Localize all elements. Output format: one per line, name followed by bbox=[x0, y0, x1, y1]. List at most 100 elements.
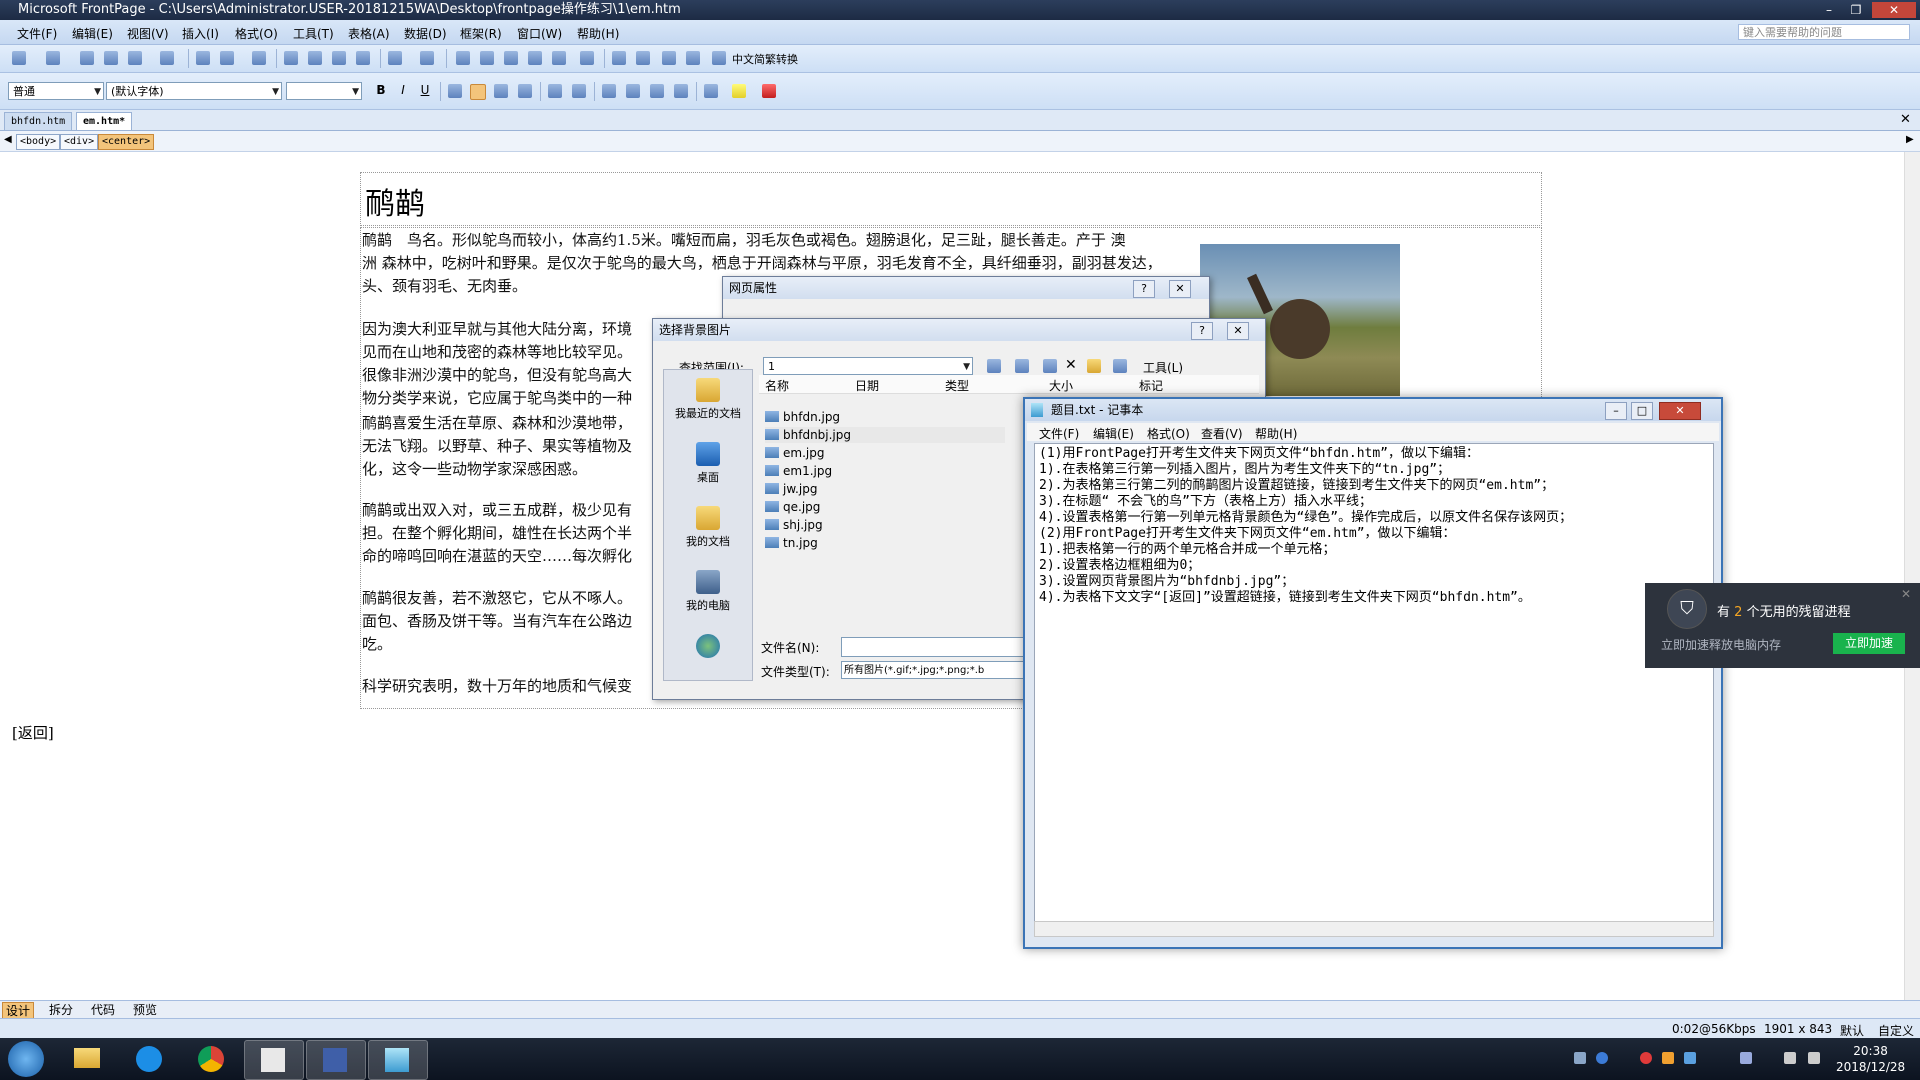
menu-edit[interactable]: 编辑(E) bbox=[72, 25, 113, 42]
refresh-icon[interactable] bbox=[612, 51, 626, 65]
font-color-icon[interactable] bbox=[762, 84, 776, 98]
show-all-icon[interactable] bbox=[662, 51, 676, 65]
tray-app-icon[interactable] bbox=[1662, 1052, 1674, 1064]
help-search-input[interactable]: 键入需要帮助的问题 bbox=[1738, 24, 1910, 40]
numbering-icon[interactable] bbox=[602, 84, 616, 98]
accelerate-button[interactable]: 立即加速 bbox=[1833, 633, 1905, 654]
horizontal-scrollbar[interactable] bbox=[1034, 921, 1714, 937]
notepad-menu-view[interactable]: 查看(V) bbox=[1201, 425, 1243, 442]
taskbar-qq-browser[interactable] bbox=[120, 1040, 178, 1078]
chinese-convert-button[interactable]: 中文简繁转换 bbox=[732, 51, 798, 67]
notepad-menu-format[interactable]: 格式(O) bbox=[1147, 425, 1190, 442]
notepad-text-area[interactable]: (1)用FrontPage打开考生文件夹下网页文件“bhfdn.htm”，做以下… bbox=[1034, 443, 1714, 923]
menu-format[interactable]: 格式(O) bbox=[235, 25, 278, 42]
tab-preview[interactable]: 预览 bbox=[130, 1002, 160, 1018]
anchor-icon[interactable] bbox=[686, 51, 700, 65]
tray-security-icon[interactable] bbox=[1640, 1052, 1652, 1064]
underline-button[interactable]: U bbox=[416, 82, 434, 99]
taskbar-chrome[interactable] bbox=[182, 1040, 240, 1078]
place-network[interactable] bbox=[664, 634, 752, 661]
tag-right-icon[interactable]: ▶ bbox=[1906, 134, 1914, 145]
help-icon[interactable]: ? bbox=[1191, 322, 1213, 340]
toggle-pane-icon[interactable] bbox=[160, 51, 174, 65]
file-item[interactable]: jw.jpg bbox=[765, 481, 817, 497]
filename-input[interactable] bbox=[841, 637, 1043, 657]
file-item[interactable]: em1.jpg bbox=[765, 463, 832, 479]
close-icon[interactable]: ✕ bbox=[1227, 322, 1249, 340]
open-icon[interactable] bbox=[46, 51, 60, 65]
explorer-icon[interactable] bbox=[128, 51, 142, 65]
italic-button[interactable]: I bbox=[394, 82, 412, 99]
tray-keyboard-icon[interactable] bbox=[1574, 1052, 1586, 1064]
justify-icon[interactable] bbox=[518, 84, 532, 98]
insert-layer-icon[interactable] bbox=[504, 51, 518, 65]
tag-center[interactable]: <center> bbox=[98, 134, 155, 150]
print-icon[interactable] bbox=[196, 51, 210, 65]
font-combo[interactable]: (默认字体) ▼ bbox=[106, 82, 282, 100]
tray-volume-icon[interactable] bbox=[1784, 1052, 1796, 1064]
redo-icon[interactable] bbox=[420, 51, 434, 65]
spelling-icon[interactable] bbox=[252, 51, 266, 65]
insert-picture-icon[interactable] bbox=[528, 51, 542, 65]
close-icon[interactable]: ✕ bbox=[1169, 280, 1191, 298]
place-my-documents[interactable]: 我的文档 bbox=[664, 506, 752, 549]
taskbar-explorer[interactable] bbox=[58, 1040, 116, 1078]
delete-icon[interactable]: ✕ bbox=[1065, 357, 1077, 373]
col-tag[interactable]: 标记 bbox=[1139, 377, 1163, 394]
bold-button[interactable]: B bbox=[372, 82, 390, 99]
back-icon[interactable] bbox=[987, 359, 1001, 373]
tag-div[interactable]: <div> bbox=[60, 134, 99, 150]
col-date[interactable]: 日期 bbox=[855, 377, 879, 394]
preview-icon[interactable] bbox=[220, 51, 234, 65]
tray-shield-icon[interactable] bbox=[1740, 1052, 1752, 1064]
tag-body[interactable]: <body> bbox=[16, 134, 61, 150]
file-item[interactable]: bhfdn.jpg bbox=[765, 409, 840, 425]
insert-table-icon[interactable] bbox=[480, 51, 494, 65]
close-button[interactable]: ✕ bbox=[1659, 402, 1701, 420]
hyperlink-icon[interactable] bbox=[580, 51, 594, 65]
align-right-icon[interactable] bbox=[494, 84, 508, 98]
font-size-combo[interactable]: ▼ bbox=[286, 82, 362, 100]
close-icon[interactable]: ✕ bbox=[1901, 587, 1911, 601]
menu-data[interactable]: 数据(D) bbox=[404, 25, 447, 42]
place-my-computer[interactable]: 我的电脑 bbox=[664, 570, 752, 613]
increase-font-icon[interactable] bbox=[548, 84, 562, 98]
drawing-icon[interactable] bbox=[552, 51, 566, 65]
col-name[interactable]: 名称 bbox=[765, 377, 789, 394]
close-tab-icon[interactable]: ✕ bbox=[1900, 112, 1911, 127]
tab-bhfdn[interactable]: bhfdn.htm bbox=[4, 112, 73, 130]
col-type[interactable]: 类型 bbox=[945, 377, 969, 394]
new-folder-icon[interactable] bbox=[1087, 359, 1101, 373]
taskbar-app[interactable] bbox=[244, 1040, 304, 1080]
notepad-menu-help[interactable]: 帮助(H) bbox=[1255, 425, 1297, 442]
maximize-button[interactable]: □ bbox=[1631, 402, 1653, 420]
back-link-text[interactable]: [返回] bbox=[12, 722, 54, 743]
menu-table[interactable]: 表格(A) bbox=[348, 25, 390, 42]
views-icon[interactable] bbox=[1113, 359, 1127, 373]
style-combo[interactable]: 普通 ▼ bbox=[8, 82, 104, 100]
align-center-icon[interactable] bbox=[470, 84, 486, 100]
stop-icon[interactable] bbox=[636, 51, 650, 65]
tray-action-center-icon[interactable] bbox=[1808, 1052, 1820, 1064]
highlight-icon[interactable] bbox=[732, 84, 746, 98]
tab-split[interactable]: 拆分 bbox=[46, 1002, 76, 1018]
col-size[interactable]: 大小 bbox=[1049, 377, 1073, 394]
title-cell[interactable]: 鸸鹋 bbox=[360, 172, 1542, 226]
menu-view[interactable]: 视图(V) bbox=[127, 25, 169, 42]
tag-left-icon[interactable]: ◀ bbox=[4, 134, 12, 145]
tab-em[interactable]: em.htm* bbox=[76, 112, 133, 130]
help-icon[interactable]: ? bbox=[1133, 280, 1155, 298]
place-desktop[interactable]: 桌面 bbox=[664, 442, 752, 485]
help-icon[interactable] bbox=[712, 51, 726, 65]
format-painter-icon[interactable] bbox=[356, 51, 370, 65]
start-button[interactable] bbox=[8, 1041, 44, 1077]
place-recent[interactable]: 我最近的文档 bbox=[664, 378, 752, 421]
menu-file[interactable]: 文件(F) bbox=[17, 25, 57, 42]
menu-tools[interactable]: 工具(T) bbox=[293, 25, 334, 42]
restore-button[interactable]: ❐ bbox=[1845, 2, 1867, 18]
paste-icon[interactable] bbox=[332, 51, 346, 65]
new-icon[interactable] bbox=[12, 51, 26, 65]
publish-icon[interactable] bbox=[104, 51, 118, 65]
decrease-indent-icon[interactable] bbox=[650, 84, 664, 98]
undo-icon[interactable] bbox=[388, 51, 402, 65]
